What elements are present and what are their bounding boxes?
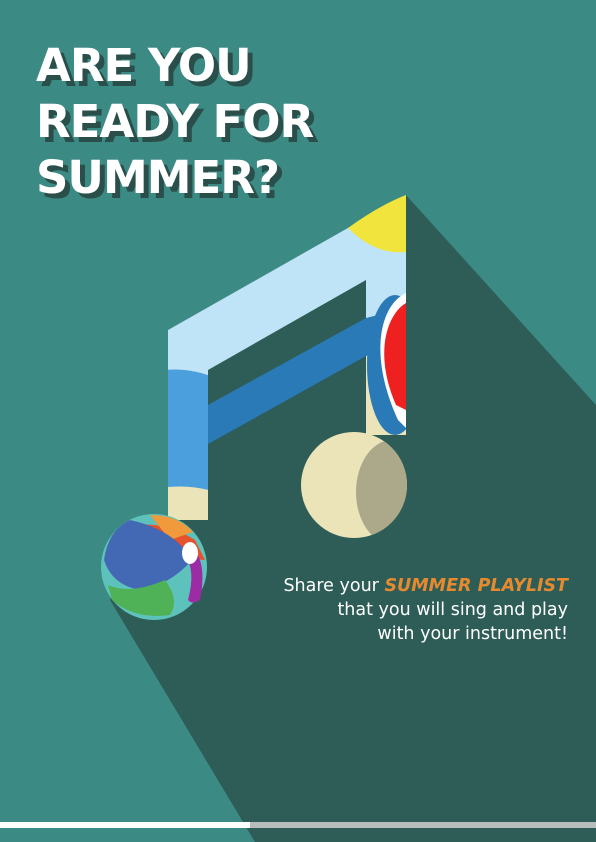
tagline: Share your SUMMER PLAYLIST that you will… <box>188 574 568 646</box>
headline-line-3: SUMMER? <box>36 151 280 204</box>
headline-line-1: ARE YOU <box>36 39 252 92</box>
bottom-stripe-light <box>0 822 250 828</box>
tagline-highlight: SUMMER PLAYLIST <box>384 576 568 596</box>
tagline-row-1: Share your SUMMER PLAYLIST <box>188 574 568 598</box>
tagline-prefix: Share your <box>283 576 385 596</box>
poster: ARE YOU READY FOR SUMMER? Share your SUM… <box>0 0 596 842</box>
headline: ARE YOU READY FOR SUMMER? <box>36 38 314 206</box>
bottom-stripe-dark <box>250 822 596 828</box>
tagline-row-2: that you will sing and play <box>337 600 568 620</box>
headline-line-2: READY FOR <box>36 95 314 148</box>
tagline-row-3: with your instrument! <box>377 624 568 644</box>
